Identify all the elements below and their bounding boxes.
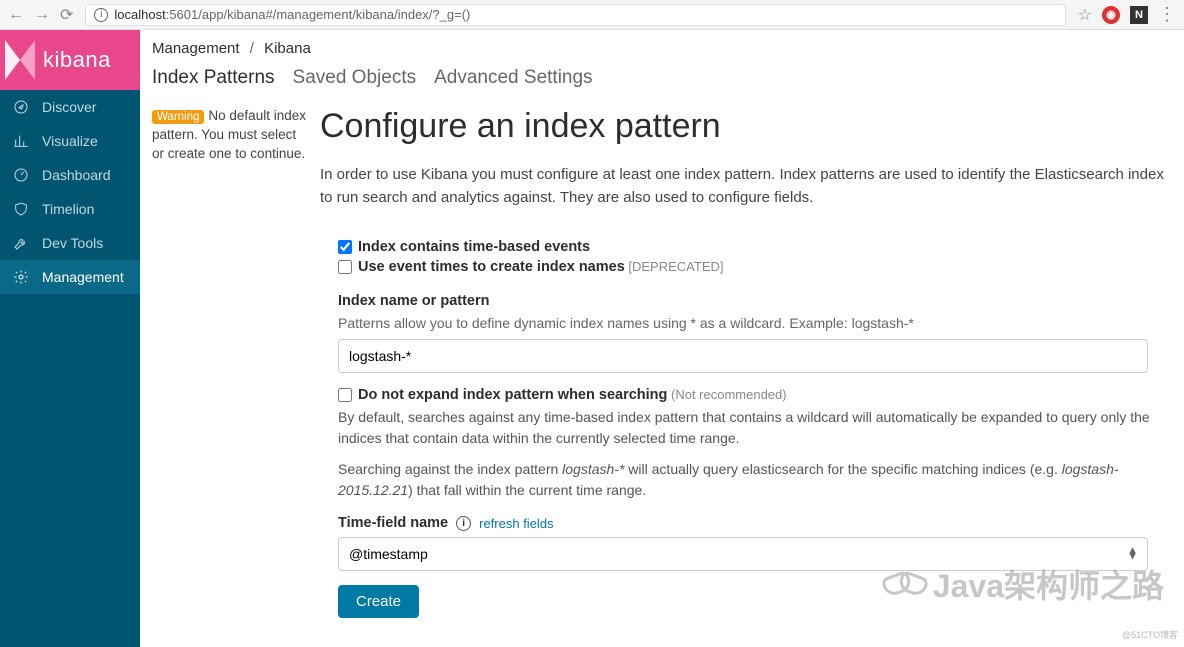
main-content: Management / Kibana Index Patterns Saved… [140, 30, 1184, 647]
browser-chrome-bar: ← → ⟳ i localhost:5601/app/kibana#/manag… [0, 0, 1184, 30]
expand-help-2: Searching against the index pattern logs… [338, 459, 1166, 501]
sidebar-item-management[interactable]: Management [0, 260, 140, 294]
no-expand-label[interactable]: Do not expand index pattern when searchi… [358, 387, 787, 403]
tab-index-patterns[interactable]: Index Patterns [152, 67, 275, 89]
wrench-icon [12, 235, 30, 251]
expand-help-1: By default, searches against any time-ba… [338, 407, 1166, 449]
reload-icon[interactable]: ⟳ [60, 5, 73, 25]
time-based-checkbox[interactable] [338, 240, 352, 254]
sidebar-item-dashboard[interactable]: Dashboard [0, 158, 140, 192]
sidebar-item-label: Visualize [42, 133, 98, 149]
time-field-label: Time-field name [338, 515, 448, 531]
sidebar-item-label: Discover [42, 99, 96, 115]
sidebar-item-label: Dashboard [42, 167, 111, 183]
small-watermark: @51CTO博客 [1122, 628, 1178, 641]
sidebar: kibana Discover Visualize Dashboard Time… [0, 30, 140, 647]
tab-saved-objects[interactable]: Saved Objects [293, 67, 417, 89]
sidebar-item-discover[interactable]: Discover [0, 90, 140, 124]
page-title: Configure an index pattern [320, 107, 1166, 146]
bar-chart-icon [12, 133, 30, 149]
time-based-label[interactable]: Index contains time-based events [358, 239, 590, 255]
gear-icon [12, 269, 30, 285]
logo-text: kibana [43, 47, 111, 73]
create-button[interactable]: Create [338, 585, 419, 618]
index-name-label: Index name or pattern [338, 293, 1166, 309]
sidebar-item-devtools[interactable]: Dev Tools [0, 226, 140, 260]
index-name-help: Patterns allow you to define dynamic ind… [338, 315, 1166, 331]
sidebar-item-label: Timelion [42, 201, 94, 217]
refresh-fields-link[interactable]: refresh fields [479, 516, 553, 531]
tab-advanced-settings[interactable]: Advanced Settings [434, 67, 592, 89]
breadcrumb-root[interactable]: Management [152, 40, 240, 57]
management-tabs: Index Patterns Saved Objects Advanced Se… [152, 67, 1172, 89]
browser-right-controls: ☆ ◉ N ⋮ [1078, 4, 1176, 25]
url-host: localhost [114, 7, 165, 22]
breadcrumb: Management / Kibana [152, 40, 1172, 57]
logo-bar[interactable]: kibana [0, 30, 140, 90]
bookmark-star-icon[interactable]: ☆ [1078, 5, 1092, 25]
breadcrumb-current: Kibana [264, 40, 311, 57]
event-times-label[interactable]: Use event times to create index names [D… [358, 259, 723, 275]
warning-badge: Warning [152, 110, 204, 124]
url-path: :5601/app/kibana#/management/kibana/inde… [166, 7, 471, 22]
info-icon[interactable]: i [456, 516, 471, 531]
site-info-icon[interactable]: i [94, 8, 108, 22]
browser-menu-icon[interactable]: ⋮ [1158, 4, 1176, 25]
sidebar-item-timelion[interactable]: Timelion [0, 192, 140, 226]
gauge-icon [12, 167, 30, 183]
sidebar-item-label: Dev Tools [42, 235, 103, 251]
shield-icon [12, 201, 30, 217]
event-times-checkbox[interactable] [338, 260, 352, 274]
forward-icon[interactable]: → [34, 6, 50, 24]
compass-icon [12, 99, 30, 115]
time-field-select[interactable]: @timestamp [338, 537, 1148, 571]
extension-ublock-icon[interactable]: ◉ [1102, 6, 1120, 24]
kibana-logo-icon [5, 40, 35, 80]
sidebar-item-visualize[interactable]: Visualize [0, 124, 140, 158]
chevron-updown-icon: ▲▼ [1127, 549, 1138, 560]
index-pattern-input[interactable] [338, 339, 1148, 373]
index-warning-panel: WarningNo default index pattern. You mus… [140, 97, 320, 638]
sidebar-item-label: Management [42, 269, 124, 285]
page-lead: In order to use Kibana you must configur… [320, 164, 1166, 209]
back-icon[interactable]: ← [8, 6, 24, 24]
extension-icon[interactable]: N [1130, 6, 1148, 24]
browser-nav-controls: ← → ⟳ [8, 5, 73, 25]
address-bar[interactable]: i localhost:5601/app/kibana#/management/… [85, 4, 1065, 26]
no-expand-checkbox[interactable] [338, 388, 352, 402]
